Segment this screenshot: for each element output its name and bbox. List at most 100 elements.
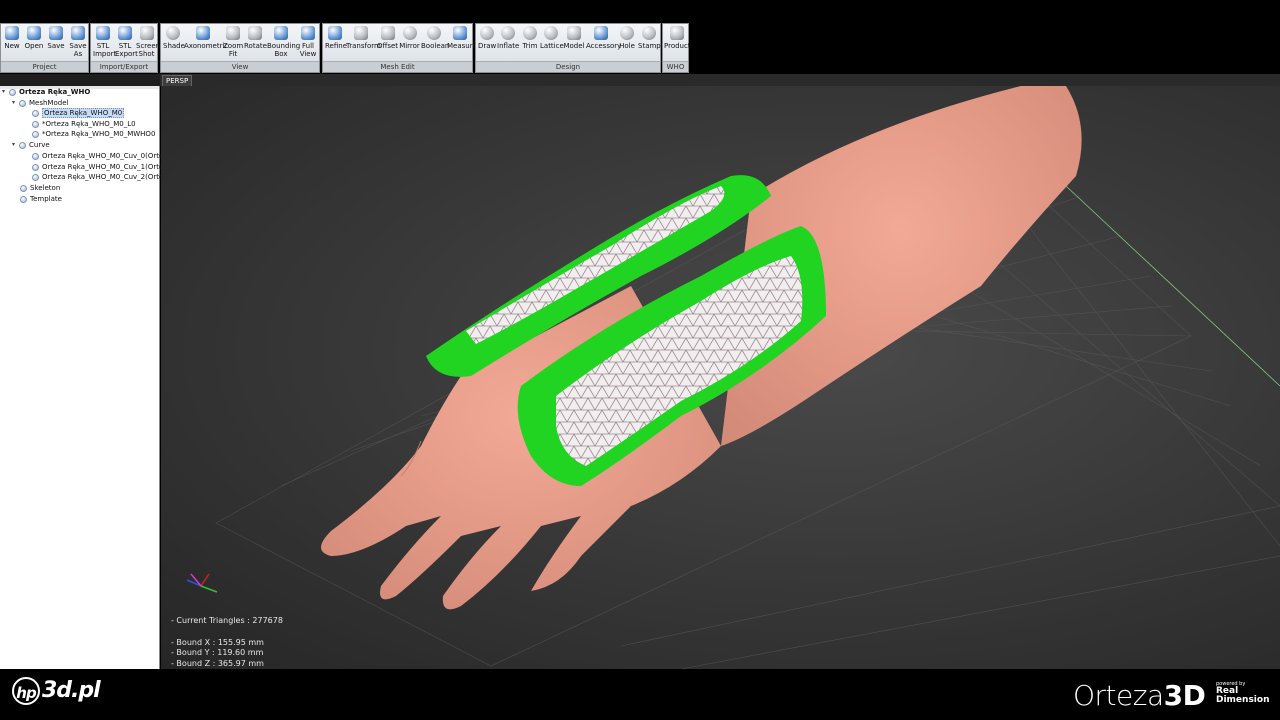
shade-sphere-icon xyxy=(166,26,180,40)
screenshot-icon xyxy=(139,26,154,40)
accessory-icon xyxy=(594,26,608,40)
tree-item-curve-0[interactable]: Orteza Ręka_WHO_M0_Cuv_0(Orteza xyxy=(32,151,171,161)
current-triangles-readout: - Current Triangles : 277678 xyxy=(171,616,283,625)
tree-item-root[interactable]: ▾ Orteza Ręka_WHO xyxy=(2,87,90,97)
hole-button[interactable]: Hole xyxy=(617,26,637,50)
ribbon-group-who: Product WHO xyxy=(662,23,691,73)
node-icon xyxy=(20,184,27,192)
bounding-box-button[interactable]: Bounding Box xyxy=(267,26,300,58)
lattice-icon xyxy=(544,26,558,40)
node-icon xyxy=(9,88,16,96)
open-icon xyxy=(27,26,41,40)
mirror-icon xyxy=(402,26,417,40)
draw-button[interactable]: Draw xyxy=(478,26,496,50)
axonometric-cube-icon xyxy=(196,26,210,40)
full-view-grid-icon xyxy=(301,26,315,40)
save-as-button[interactable]: Save As xyxy=(68,26,88,58)
node-icon xyxy=(20,195,27,203)
group-label-who: WHO xyxy=(663,61,688,72)
tree-item-skeleton[interactable]: Skeleton xyxy=(20,183,60,193)
collapse-icon[interactable]: ▾ xyxy=(2,87,9,97)
ribbon-group-mesh-edit: Refine Transform Offset Mirror Boolean M… xyxy=(322,23,477,73)
stl-export-button[interactable]: STL Export xyxy=(115,26,138,58)
scene-canvas[interactable] xyxy=(161,86,1280,669)
node-icon xyxy=(32,163,39,171)
node-icon xyxy=(19,99,26,107)
tree-item-curve-2[interactable]: Orteza Ręka_WHO_M0_Cuv_2(Orteza xyxy=(32,172,171,182)
tree-item-mesh-2[interactable]: *Orteza Ręka_WHO_M0_MWHO0 xyxy=(32,129,155,139)
rotate-axes-icon xyxy=(248,26,262,40)
axis-triad-icon xyxy=(186,573,218,593)
node-icon xyxy=(32,130,39,138)
save-button[interactable]: Save xyxy=(46,26,66,50)
orteza3d-logo: Orteza3D xyxy=(1073,679,1206,712)
save-as-icon xyxy=(71,26,85,40)
inflate-icon xyxy=(501,26,515,40)
node-icon xyxy=(32,152,39,160)
model-button[interactable]: Model xyxy=(563,26,585,50)
refine-button[interactable]: Refine xyxy=(325,26,347,50)
transform-button[interactable]: Transform xyxy=(346,26,381,50)
node-icon xyxy=(32,109,39,117)
zoom-fit-button[interactable]: Zoom Fit xyxy=(223,26,243,58)
viewport-tabbar: PERSP xyxy=(160,74,1280,86)
new-icon xyxy=(5,26,19,40)
tree-item-mesh-1[interactable]: *Orteza Ręka_WHO_M0_L0 xyxy=(32,119,136,129)
new-button[interactable]: New xyxy=(3,26,21,50)
ribbon-group-design: Draw Inflate Trim Lattice Model Accessor… xyxy=(475,23,661,73)
group-label-design: Design xyxy=(476,61,660,72)
hole-icon xyxy=(620,26,634,40)
ribbon-group-view: Shade Axonometric Zoom Fit Rotate Boundi… xyxy=(160,23,320,73)
boolean-icon xyxy=(426,26,441,40)
measure-ruler-icon xyxy=(452,26,467,40)
draw-icon xyxy=(480,26,494,40)
full-view-button[interactable]: Full View xyxy=(297,26,319,58)
zoom-fit-icon xyxy=(226,26,240,40)
measure-button[interactable]: Measure xyxy=(447,26,477,50)
boolean-button[interactable]: Boolean xyxy=(421,26,449,50)
group-label-import-export: Import/Export xyxy=(91,61,157,72)
ribbon-group-project: New Open Save Save As Project xyxy=(0,23,89,73)
bound-z-readout: - Bound Z : 365.97 mm xyxy=(171,659,264,668)
axonometric-button[interactable]: Axonometric xyxy=(184,26,228,50)
tree-item-curve-1[interactable]: Orteza Ręka_WHO_M0_Cuv_1(Orteza xyxy=(32,162,171,172)
inflate-button[interactable]: Inflate xyxy=(497,26,519,50)
product-hand-icon xyxy=(669,26,684,40)
shade-button[interactable]: Shade xyxy=(163,26,185,50)
hp3d-logo: hp 3d.pl xyxy=(12,677,101,705)
powered-by-logo: powered by Real Dimension xyxy=(1216,681,1270,705)
tree-item-meshmodel[interactable]: ▾ MeshModel xyxy=(12,98,68,108)
stl-import-button[interactable]: STL Import xyxy=(93,26,116,58)
node-icon xyxy=(19,141,26,149)
3d-viewport[interactable]: - Current Triangles : 277678 - Bound X :… xyxy=(161,86,1280,669)
refine-icon xyxy=(328,26,342,40)
stl-export-icon xyxy=(118,26,132,40)
stl-import-icon xyxy=(96,26,110,40)
tab-persp[interactable]: PERSP xyxy=(162,75,193,86)
group-label-view: View xyxy=(161,61,319,72)
open-button[interactable]: Open xyxy=(24,26,44,50)
title-bar xyxy=(0,0,1280,20)
stamp-icon xyxy=(642,26,656,40)
trim-button[interactable]: Trim xyxy=(521,26,539,50)
tree-item-mesh-0[interactable]: Orteza Ręka_WHO_M0 xyxy=(32,108,125,118)
tree-item-template[interactable]: Template xyxy=(20,194,62,204)
tree-item-curve[interactable]: ▾ Curve xyxy=(12,140,50,150)
model-tree-panel: ▾ Orteza Ręka_WHO ▾ MeshModel Orteza Ręka_… xyxy=(0,86,171,669)
screen-shot-button[interactable]: Screen Shot xyxy=(136,26,160,58)
offset-button[interactable]: Offset xyxy=(377,26,398,50)
rotate-button[interactable]: Rotate xyxy=(244,26,267,50)
group-label-mesh-edit: Mesh Edit xyxy=(323,61,472,72)
lattice-button[interactable]: Lattice xyxy=(540,26,564,50)
video-footer: hp 3d.pl Orteza3D powered by Real Dimension xyxy=(0,669,1280,720)
save-icon xyxy=(49,26,63,40)
accessory-button[interactable]: Accessory xyxy=(586,26,621,50)
product-button[interactable]: Product xyxy=(664,26,691,50)
collapse-icon[interactable]: ▾ xyxy=(12,98,19,108)
bound-y-readout: - Bound Y : 119.60 mm xyxy=(171,648,264,657)
ribbon-toolbar: New Open Save Save As Project STL Import… xyxy=(0,20,1280,74)
collapse-icon[interactable]: ▾ xyxy=(12,140,19,150)
stamp-button[interactable]: Stamp xyxy=(638,26,661,50)
mirror-button[interactable]: Mirror xyxy=(399,26,420,50)
bound-x-readout: - Bound X : 155.95 mm xyxy=(171,638,264,647)
